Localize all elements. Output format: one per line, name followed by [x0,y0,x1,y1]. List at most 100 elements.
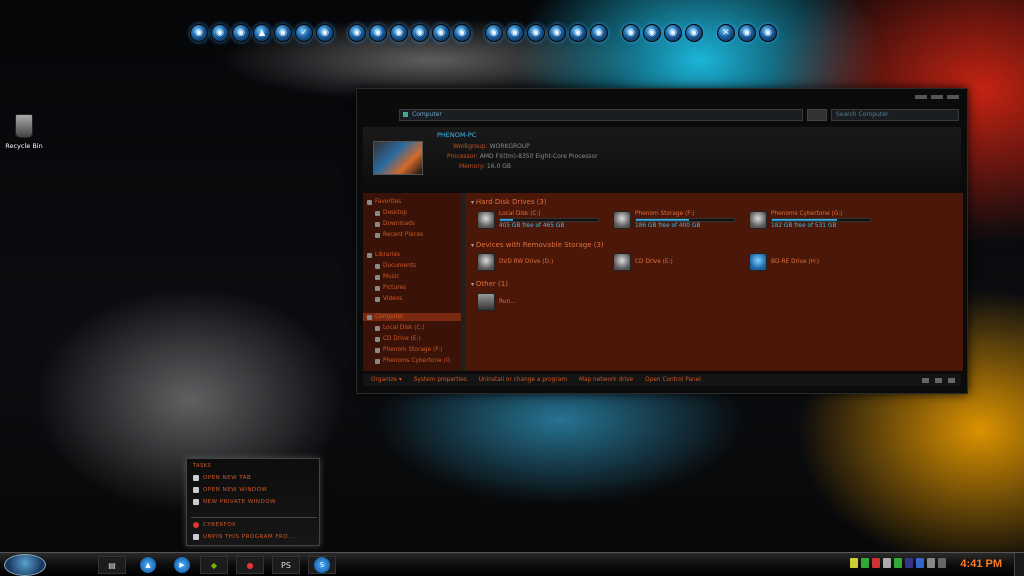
sidebar-item-videos[interactable]: Videos [375,296,402,302]
tray-icon[interactable] [883,558,891,568]
dock-app-icon[interactable]: ◉ [485,24,503,42]
group-hard-disk[interactable]: Hard Disk Drives (3) [471,198,547,206]
jump-new-private-window[interactable]: NEW PRIVATE WINDOW [193,499,276,505]
sidebar-item-downloads[interactable]: Downloads [375,221,415,227]
skype-icon: S [314,557,330,573]
dock-app-icon[interactable]: ◉ [506,24,524,42]
sidebar-item-favorites[interactable]: Favorites [367,199,401,205]
music-icon [375,274,380,280]
sidebar-item-label: Documents [383,263,417,269]
sidebar-item-recent-places[interactable]: Recent Places [375,232,423,238]
sidebar-item-libraries[interactable]: Libraries [367,252,400,258]
dock-app-icon[interactable]: ◉ [643,24,661,42]
sidebar-item-cd-drive[interactable]: CD Drive (E:) [375,336,421,342]
dock-app-icon[interactable]: ◉ [453,24,471,42]
uninstall-program-button[interactable]: Uninstall or change a program [479,377,567,383]
dock-app-icon[interactable]: ◉ [390,24,408,42]
dock-app-icon[interactable]: ✕ [717,24,735,42]
taskbar-cyberfox[interactable]: ● [236,556,264,574]
memory-line: Memory: 16.0 GB [459,163,511,170]
sidebar-item-documents[interactable]: Documents [375,263,416,269]
explorer-window: Computer Search Computer PHENOM-PC Workg… [356,88,968,394]
arrow-up-icon: ▲ [140,557,156,573]
removable-drive-item[interactable]: CD Drive (E:) [613,253,673,271]
taskbar-explorer[interactable]: ▤ [98,556,126,574]
dock-app-icon[interactable]: ◉ [211,24,229,42]
recycle-bin[interactable]: Recycle Bin [4,114,44,150]
removable-drive-item[interactable]: DVD RW Drive (D:) [477,253,553,271]
taskbar-skype[interactable]: S [308,556,336,574]
command-bar: Organize ▾ System properties Uninstall o… [363,374,961,386]
dock-app-icon[interactable]: ◉ [348,24,366,42]
jump-cyberfox[interactable]: CYBERFOX [193,522,236,528]
tray-icon[interactable] [905,558,913,568]
sidebar-item-local-disk[interactable]: Local Disk (C:) [375,325,425,331]
refresh-button[interactable] [807,109,827,121]
dock-app-icon[interactable]: ▲ [253,24,271,42]
drive-name: DVD RW Drive (D:) [499,259,554,265]
close-button[interactable] [947,95,959,99]
jump-open-new-tab[interactable]: OPEN NEW TAB [193,475,251,481]
sidebar-item-phenom-storage[interactable]: Phenom Storage (F:) [375,347,442,353]
jump-unpin[interactable]: UNPIN THIS PROGRAM FRO... [193,534,295,540]
group-other[interactable]: Other (1) [471,280,508,288]
sidebar-item-music[interactable]: Music [375,274,400,280]
run-icon [477,293,495,311]
minimize-button[interactable] [915,95,927,99]
search-input[interactable]: Search Computer [831,109,959,121]
maximize-button[interactable] [931,95,943,99]
taskbar-app-up[interactable]: ▲ [134,556,162,574]
drive-usage-fill [772,219,837,221]
address-field[interactable]: Computer [399,109,803,121]
open-control-panel-button[interactable]: Open Control Panel [645,377,701,383]
pictures-icon [375,285,380,291]
tray-icon[interactable] [872,558,880,568]
dock-app-icon[interactable]: ✓ [295,24,313,42]
system-properties-button[interactable]: System properties [414,377,467,383]
dock-app-icon[interactable]: ◉ [548,24,566,42]
removable-drive-item[interactable]: BD-RE Drive (H:) [749,253,819,271]
jump-open-new-window[interactable]: OPEN NEW WINDOW [193,487,267,493]
dock-app-icon[interactable]: ◉ [569,24,587,42]
drive-item[interactable]: Phenoms Cybertone (G:) 182 GB free of 53… [749,211,871,229]
tray-icon[interactable] [861,558,869,568]
network-icon[interactable] [938,558,946,568]
tray-icon[interactable] [894,558,902,568]
organize-button[interactable]: Organize ▾ [371,377,402,383]
start-button[interactable] [4,554,46,576]
tray-icon[interactable] [850,558,858,568]
dock-app-icon[interactable]: ◉ [759,24,777,42]
dock-app-icon[interactable]: ◉ [274,24,292,42]
volume-icon[interactable] [927,558,935,568]
dock-app-icon[interactable]: ◉ [738,24,756,42]
preview-pane-icon[interactable] [935,377,942,383]
taskbar-photoshop[interactable]: PS [272,556,300,574]
tray-icon[interactable] [916,558,924,568]
dock-app-icon[interactable]: ◉ [232,24,250,42]
dock-app-icon[interactable]: ◉ [316,24,334,42]
taskbar-nvidia[interactable]: ◆ [200,556,228,574]
help-icon[interactable] [948,377,955,383]
dock-app-icon[interactable]: ◉ [190,24,208,42]
dock-app-icon[interactable]: ◉ [622,24,640,42]
dock-app-icon[interactable]: ◉ [432,24,450,42]
dock-app-icon[interactable]: ◉ [369,24,387,42]
taskbar-media-player[interactable]: ▶ [168,556,196,574]
sidebar-item-pictures[interactable]: Pictures [375,285,406,291]
sidebar-item-desktop[interactable]: Desktop [375,210,407,216]
view-options-icon[interactable] [922,377,929,383]
sidebar-item-phenoms-cybertone[interactable]: Phenoms Cybertone (G [375,358,450,364]
dock-app-icon[interactable]: ◉ [685,24,703,42]
dock-app-icon[interactable]: ◉ [411,24,429,42]
drive-item[interactable]: Local Disk (C:) 405 GB free of 465 GB [477,211,599,229]
map-network-drive-button[interactable]: Map network drive [579,377,633,383]
drive-item[interactable]: Phenom Storage (F:) 186 GB free of 400 G… [613,211,735,229]
show-desktop-button[interactable] [1014,553,1024,576]
dock-app-icon[interactable]: ◉ [590,24,608,42]
other-item[interactable]: Run... [477,293,516,311]
sidebar-item-computer[interactable]: Computer [367,314,404,320]
group-removable-storage[interactable]: Devices with Removable Storage (3) [471,241,604,249]
clock[interactable]: 4:41 PM [960,558,1002,570]
dock-app-icon[interactable]: ◉ [527,24,545,42]
dock-app-icon[interactable]: ◉ [664,24,682,42]
